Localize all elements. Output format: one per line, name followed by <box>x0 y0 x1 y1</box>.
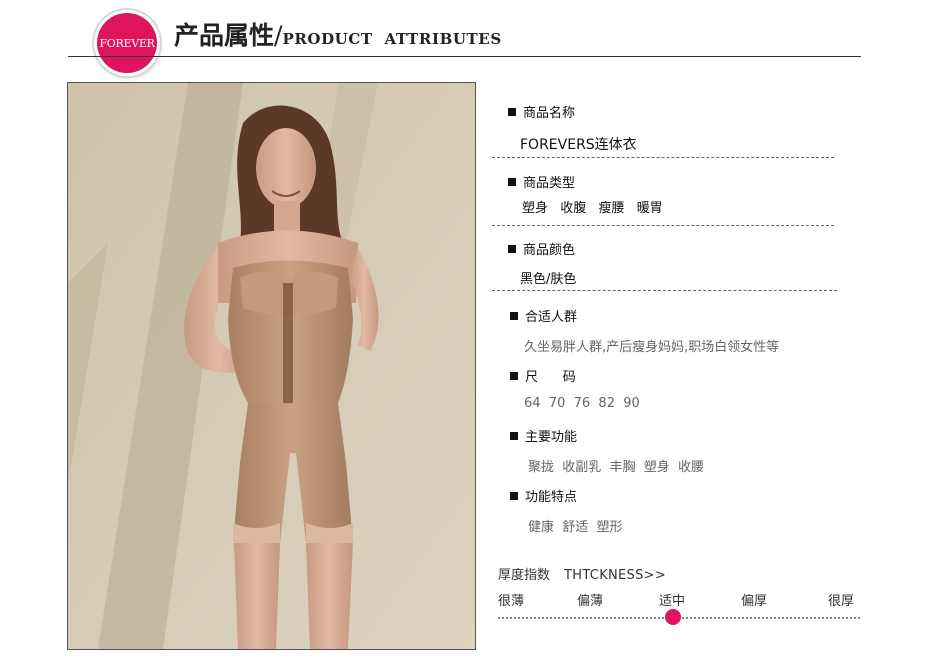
section-title: 产品属性/PRODUCT ATTRIBUTES <box>174 16 502 52</box>
attr-label: 合适人群 <box>525 310 578 325</box>
attr-label: 功能特点 <box>525 490 578 505</box>
dashed-divider <box>492 290 837 291</box>
thickness-level-very-thick: 很厚 <box>828 594 855 609</box>
product-photo <box>67 82 476 650</box>
thickness-label-cn: 厚度指数 <box>498 568 551 583</box>
attr-value-product-type: 塑身 收腹 瘦腰 暖胃 <box>522 201 663 216</box>
dashed-divider <box>492 157 834 158</box>
attr-label: 尺 码 <box>525 370 576 385</box>
bullet-square-icon <box>510 491 518 500</box>
header-divider <box>68 56 861 57</box>
attr-heading-target-group: 合适人群 <box>510 306 577 325</box>
attr-heading-main-function: 主要功能 <box>510 426 577 445</box>
bullet-square-icon <box>508 107 516 116</box>
title-english: PRODUCT ATTRIBUTES <box>282 30 502 48</box>
attr-heading-size: 尺 码 <box>510 366 576 385</box>
thickness-level-very-thin: 很薄 <box>498 594 525 609</box>
bullet-square-icon <box>510 311 518 320</box>
bullet-square-icon <box>508 244 516 253</box>
thickness-label-en: THTCKNESS>> <box>564 568 667 583</box>
thickness-marker-dot <box>665 609 681 625</box>
attr-value-product-name: FOREVERS连体衣 <box>520 137 637 153</box>
bullet-square-icon <box>510 431 518 440</box>
forever-badge: FOREVER <box>97 13 157 73</box>
attr-label: 主要功能 <box>525 430 578 445</box>
attr-value-target-group: 久坐易胖人群,产后瘦身妈妈,职场白领女性等 <box>524 340 780 355</box>
attr-value-main-function: 聚拢 收副乳 丰胸 塑身 收腰 <box>528 460 705 475</box>
attr-value-size: 64 70 76 82 90 <box>524 396 640 411</box>
attr-label: 商品名称 <box>523 106 576 121</box>
badge-text: FOREVER <box>99 36 155 50</box>
title-chinese: 产品属性 <box>174 21 275 50</box>
attr-value-product-color: 黑色/肤色 <box>520 272 577 287</box>
bullet-square-icon <box>510 371 518 380</box>
attr-heading-features: 功能特点 <box>510 486 577 505</box>
dashed-divider <box>492 225 834 226</box>
attr-heading-product-type: 商品类型 <box>508 172 575 191</box>
bullet-square-icon <box>508 177 516 186</box>
thickness-level-thick: 偏厚 <box>741 594 768 609</box>
attr-label: 商品类型 <box>523 176 576 191</box>
attr-value-features: 健康 舒适 塑形 <box>528 520 623 535</box>
model-illustration <box>68 83 475 649</box>
thickness-heading: 厚度指数 THTCKNESS>> <box>498 564 666 583</box>
attr-heading-product-color: 商品颜色 <box>508 239 575 258</box>
thickness-level-medium: 适中 <box>659 594 686 609</box>
thickness-level-thin: 偏薄 <box>577 594 604 609</box>
attr-label: 商品颜色 <box>523 243 576 258</box>
attr-heading-product-name: 商品名称 <box>508 102 575 121</box>
